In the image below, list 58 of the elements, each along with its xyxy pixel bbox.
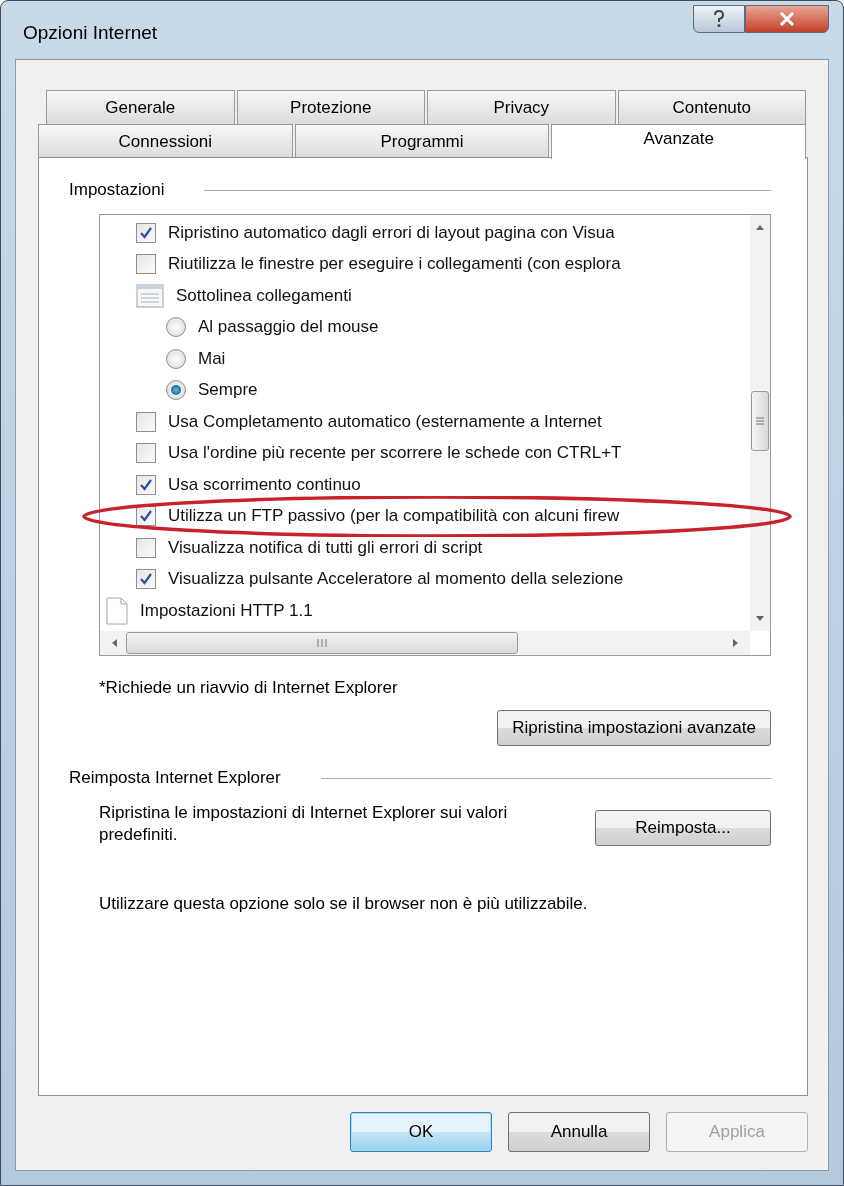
- setting-label: Al passaggio del mouse: [198, 317, 379, 338]
- tab[interactable]: Privacy: [427, 90, 616, 124]
- checkbox[interactable]: [136, 506, 156, 527]
- scroll-left-arrow-icon[interactable]: [110, 638, 118, 648]
- tab[interactable]: Contenuto: [617, 90, 806, 124]
- setting-label: Mai: [198, 348, 226, 369]
- scroll-down-arrow-icon[interactable]: [755, 615, 765, 623]
- horizontal-scrollbar[interactable]: [100, 631, 750, 655]
- tab[interactable]: Programmi: [294, 124, 550, 158]
- reset-button[interactable]: Reimposta...: [595, 810, 771, 846]
- setting-label: Riutilizza le finestre per eseguire i collegamenti (con esplora: [168, 254, 621, 275]
- grip-icon: [316, 638, 328, 648]
- setting-label: Utilizza un FTP passivo (per la compatibilità con alcuni firew: [168, 506, 620, 527]
- checkbox[interactable]: [136, 537, 156, 558]
- reset-note: Utilizzare questa opzione solo se il browser non è più utilizzabile.: [99, 894, 589, 915]
- checkbox[interactable]: [136, 474, 156, 495]
- tab[interactable]: Connessioni: [38, 124, 293, 158]
- restart-note: *Richiede un riavvio di Internet Explorer: [99, 678, 399, 698]
- restore-advanced-button[interactable]: Ripristina impostazioni avanzate: [497, 710, 771, 746]
- close-button[interactable]: [745, 5, 829, 33]
- setting-label: Usa Completamento automatico (esternamente a Internet: [168, 411, 602, 432]
- setting-label: Ripristino automatico dagli errori di layout pagina con Visua: [168, 222, 615, 243]
- reset-description: Ripristina le impostazioni di Internet Explorer sui valori predefiniti.: [99, 802, 509, 847]
- setting-label: Visualizza pulsante Acceleratore al momento della selezione: [168, 569, 624, 590]
- tab[interactable]: Generale: [46, 90, 235, 124]
- vertical-scrollbar[interactable]: [750, 215, 770, 631]
- setting-label: Sottolinea collegamenti: [176, 285, 352, 306]
- checkbox[interactable]: [136, 254, 156, 275]
- scroll-up-arrow-icon[interactable]: [755, 223, 765, 231]
- setting-label: Sempre: [198, 380, 258, 401]
- checkbox[interactable]: [136, 443, 156, 464]
- window-icon: [136, 283, 164, 308]
- radio-button[interactable]: [166, 317, 186, 338]
- scroll-right-arrow-icon[interactable]: [732, 638, 740, 648]
- settings-list[interactable]: [99, 214, 771, 656]
- setting-label: Usa l'ordine più recente per scorrere le schede con CTRL+T: [168, 443, 622, 464]
- dialog-button[interactable]: OK: [350, 1112, 492, 1152]
- tab[interactable]: Avanzate: [551, 124, 806, 159]
- scrollbar-thumb[interactable]: [126, 632, 518, 654]
- document-icon: [106, 596, 128, 625]
- close-icon: [779, 12, 795, 26]
- section-heading: Reimposta Internet Explorer: [69, 768, 281, 788]
- checkbox[interactable]: [136, 411, 156, 432]
- checkbox[interactable]: [136, 222, 156, 243]
- radio-button[interactable]: [166, 380, 186, 401]
- checkbox[interactable]: [136, 569, 156, 590]
- setting-label: Usa scorrimento continuo: [168, 474, 361, 495]
- setting-label: Visualizza notifica di tutti gli errori di script: [168, 537, 483, 558]
- tab[interactable]: Protezione: [236, 90, 425, 124]
- radio-button[interactable]: [166, 348, 186, 369]
- section-heading: Impostazioni: [69, 180, 165, 200]
- setting-label: Impostazioni HTTP 1.1: [140, 600, 313, 621]
- help-button[interactable]: [693, 5, 745, 33]
- window-title: Opzioni Internet: [22, 21, 158, 44]
- question-mark-icon: [712, 10, 726, 28]
- grip-icon: [755, 416, 765, 426]
- scrollbar-thumb[interactable]: [751, 391, 769, 451]
- dialog-button[interactable]: Annulla: [508, 1112, 650, 1152]
